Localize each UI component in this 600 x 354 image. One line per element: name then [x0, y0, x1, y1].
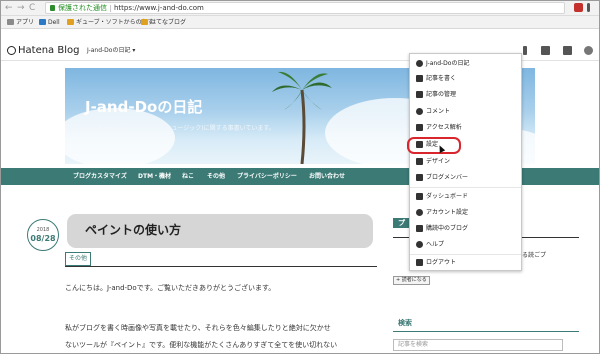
menu-item-comment[interactable]: コメント	[410, 104, 521, 121]
back-icon[interactable]: ←	[5, 3, 13, 13]
address-bar: ← → C 保護された通信 https://www.j-and-do.com	[1, 1, 599, 16]
folder-icon	[141, 19, 148, 25]
bookmark-label: はてなブログ	[150, 19, 187, 26]
browser-window: ← → C 保護された通信 https://www.j-and-do.com ア…	[0, 0, 600, 354]
omnibox-separator	[110, 5, 111, 12]
menu-item-design[interactable]: デザイン	[410, 154, 521, 171]
nav-item-contact[interactable]: お問い合わせ	[309, 172, 345, 181]
bookmark-icon	[416, 225, 423, 232]
chrome-menu-icon[interactable]	[587, 3, 590, 12]
blog-menu-dropdown: J-and-Doの日記 記事を書く 記事の管理 コメント アクセス解析 設定 デ…	[409, 53, 522, 271]
url-text[interactable]: https://www.j-and-do.com	[114, 3, 204, 14]
menu-item-label: コメント	[426, 108, 451, 115]
menu-item-label: アカウント設定	[426, 209, 469, 216]
menu-item-label: J-and-Doの日記	[426, 60, 470, 67]
nav-item-customize[interactable]: ブログカスタマイズ	[73, 172, 127, 181]
post-paragraph: こんにちは。J-and-Doです。ご覧いただきありがとうございます。	[65, 284, 276, 292]
hatena-logo[interactable]: Hatena Blog	[18, 44, 79, 57]
user-icon	[416, 209, 423, 216]
menu-item-dashboard[interactable]: ダッシュボード	[410, 189, 521, 206]
logout-icon	[416, 259, 423, 266]
cloud-shape	[65, 108, 175, 164]
bookmark-label: Dell	[48, 19, 60, 26]
list-icon	[416, 91, 423, 98]
apps-icon	[7, 19, 14, 25]
blog-title[interactable]: J-and-Doの日記	[85, 98, 202, 116]
members-icon	[416, 174, 423, 181]
reload-icon[interactable]: C	[29, 3, 35, 13]
folder-icon	[67, 19, 74, 25]
category-tag[interactable]: その他	[65, 252, 92, 266]
post-paragraph: ないツールが『ペイント』です。便利な機能がたくさんありすぎて全てを使い切れない	[65, 341, 338, 349]
globe-icon	[416, 60, 423, 67]
post-title-box: ペイントの使い方	[67, 214, 373, 248]
menu-item-account[interactable]: アカウント設定	[410, 205, 521, 222]
grid-icon[interactable]	[541, 46, 550, 55]
brush-icon	[416, 158, 423, 165]
menu-divider	[410, 187, 521, 188]
menu-item-label: 記事を書く	[426, 75, 457, 82]
menu-item-analytics[interactable]: アクセス解析	[410, 120, 521, 137]
blog-description: 主にキヨから(デスクトップ・ミュージック)に関する事書いています。	[85, 125, 275, 132]
home-icon	[416, 193, 423, 200]
subscribe-button[interactable]: + 読者になる	[393, 276, 430, 285]
hatena-logo-icon[interactable]	[7, 46, 16, 55]
blog-selector[interactable]: J-and-Doの日記 ▾	[87, 46, 135, 55]
post-date: 2018 08/28	[27, 219, 59, 251]
menu-item-label: 購読中のブログ	[426, 225, 469, 232]
bookmark-dell[interactable]: Dell	[39, 18, 60, 27]
post-divider	[65, 266, 377, 267]
menu-item-subscriptions[interactable]: 購読中のブログ	[410, 221, 521, 238]
notification-icon[interactable]	[584, 46, 593, 55]
menu-item-help[interactable]: ヘルプ	[410, 237, 521, 254]
bookmark-hatena[interactable]: はてなブログ	[141, 18, 186, 27]
nav-item-cat[interactable]: ねこ	[182, 172, 194, 181]
post-month-day: 08/28	[30, 234, 56, 243]
post-paragraph: 私がブログを書く時画像や写真を載せたり、それらを色々編集したりと絶対に欠かせ	[65, 324, 331, 332]
menu-item-label: デザイン	[426, 158, 451, 165]
bookmarks-bar: アプリ Dell ギューブ・ソフトからのおす はてなブログ	[1, 16, 599, 29]
message-icon[interactable]	[563, 46, 572, 55]
secure-label: 保護された通信	[58, 4, 107, 12]
menu-item-write[interactable]: 記事を書く	[410, 71, 521, 88]
menu-item-label: ヘルプ	[426, 241, 445, 248]
menu-item-label: ブログメンバー	[426, 174, 469, 181]
nav-item-other[interactable]: その他	[207, 172, 225, 181]
bookmark-apps[interactable]: アプリ	[7, 18, 34, 27]
menu-item-label: 記事の管理	[426, 91, 457, 98]
post-title[interactable]: ペイントの使い方	[85, 223, 181, 238]
nav-item-privacy[interactable]: プライバシーポリシー	[237, 172, 297, 181]
forward-icon[interactable]: →	[17, 3, 25, 13]
search-input[interactable]: 記事を検索	[393, 339, 563, 351]
nav-item-dtm[interactable]: DTM・機材	[138, 172, 171, 181]
palm-tree-icon	[272, 71, 332, 164]
chart-icon	[416, 124, 423, 131]
menu-item-logout[interactable]: ログアウト	[410, 255, 521, 272]
bookmark-label: アプリ	[16, 19, 35, 26]
post-year: 2018	[36, 227, 50, 233]
profile-heading: プ	[398, 219, 405, 227]
comment-icon	[416, 108, 423, 115]
folder-icon	[39, 19, 46, 25]
lock-icon	[50, 5, 55, 11]
sidebar-divider	[393, 331, 579, 332]
menu-item-label: アクセス解析	[426, 124, 462, 131]
bookmark-icon[interactable]	[523, 46, 527, 55]
search-heading: 検索	[398, 319, 412, 327]
extension-icon[interactable]	[574, 3, 583, 12]
menu-item-label: ログアウト	[426, 259, 457, 266]
menu-item-members[interactable]: ブログメンバー	[410, 170, 521, 187]
help-icon	[416, 241, 423, 248]
pencil-icon	[416, 75, 423, 82]
omnibox[interactable]: 保護された通信 https://www.j-and-do.com	[45, 2, 565, 14]
menu-item-manage[interactable]: 記事の管理	[410, 87, 521, 104]
settings-highlight-ring	[407, 137, 461, 154]
menu-item-label: ダッシュボード	[426, 193, 469, 200]
